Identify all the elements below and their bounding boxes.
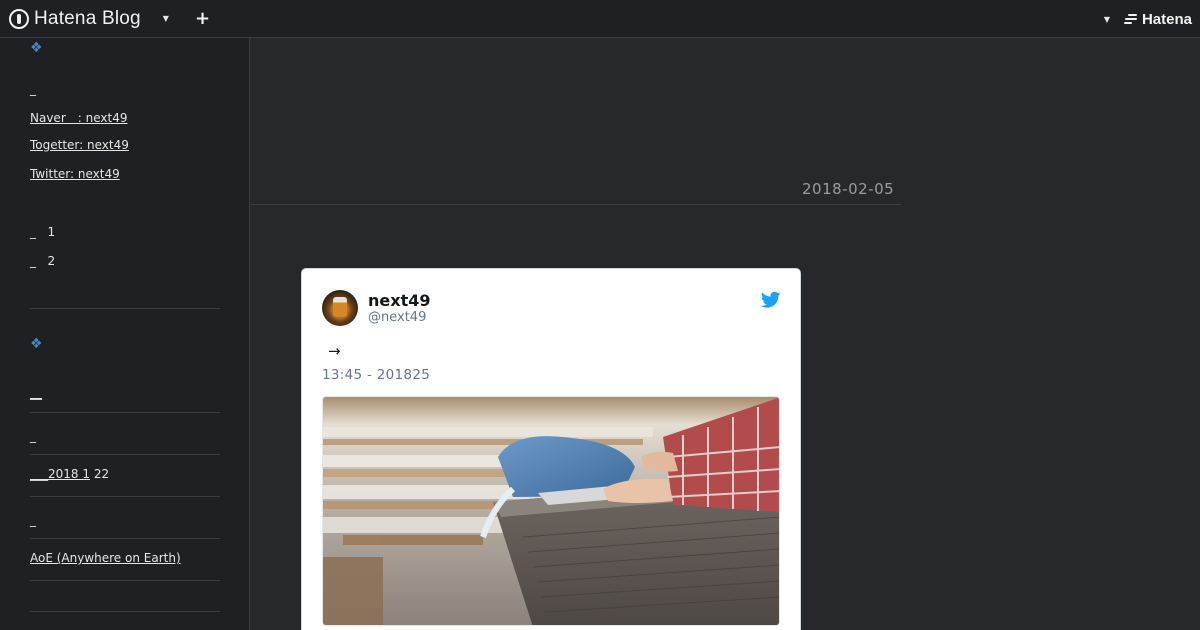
diamond-icon: ❖ [30, 336, 43, 352]
sidebar-divider [30, 454, 220, 455]
avatar[interactable] [322, 290, 358, 326]
sidebar-link-twitter[interactable]: Twitter: next49 [30, 167, 120, 181]
sidebar-link-naver[interactable]: Naver : next49 [30, 109, 127, 126]
sidebar-divider [30, 496, 220, 497]
sidebar-divider [30, 611, 220, 612]
plus-icon[interactable]: + [195, 8, 210, 29]
caret-down-icon[interactable]: ▼ [163, 14, 169, 23]
sidebar-divider [30, 538, 220, 539]
list-dash: _ [30, 225, 36, 239]
sidebar: ❖ _ Naver : next49 Togetter: next49 Twit… [0, 38, 250, 630]
sidebar-entry-3-link[interactable]: ___2018 1 [30, 467, 90, 481]
entry-date[interactable]: 2018-02-05 [802, 180, 894, 198]
tweet-timestamp[interactable]: 13:45 - 201825 [322, 367, 430, 383]
diamond-icon: ❖ [30, 40, 43, 56]
sidebar-divider [30, 580, 220, 581]
hatena-mark-icon [1123, 12, 1138, 26]
brand-name: Hatena Blog [34, 7, 141, 29]
list-dash: _ [30, 254, 36, 268]
user-menu-caret-icon[interactable]: ▼ [1104, 15, 1110, 24]
sidebar-divider [30, 412, 220, 413]
sidebar-entry-3-suffix: 22 [90, 467, 110, 481]
twitter-bird-icon[interactable] [761, 291, 781, 309]
sidebar-entry-4: _ [30, 513, 36, 527]
sidebar-entry-aoe[interactable]: AoE (Anywhere on Earth) [30, 551, 181, 565]
sidebar-dash: _ [30, 82, 36, 96]
hatena-logo[interactable]: Hatena [1123, 10, 1192, 28]
sidebar-entry-3: ___2018 1 22 [30, 467, 109, 481]
sidebar-list-item-1: _ 1 [30, 225, 55, 239]
embedded-tweet[interactable]: next49 @next49 → 13:45 - 201825 [301, 268, 801, 630]
sidebar-link-togetter[interactable]: Togetter: next49 [30, 138, 129, 152]
top-right-tools: ▼ Hatena [1104, 0, 1192, 38]
sidebar-entry-2: _ [30, 429, 36, 443]
sidebar-divider [30, 308, 220, 309]
top-bar: Hatena Blog ▼ + ▼ Hatena [0, 0, 1200, 38]
tweet-photo[interactable] [322, 396, 780, 626]
date-divider [250, 204, 901, 205]
sidebar-entry-1[interactable]: __ [30, 386, 42, 400]
tweet-text: → [328, 342, 341, 360]
list-text: 2 [47, 254, 56, 268]
sidebar-list-item-2: _ 2 [30, 254, 55, 268]
tweet-author-handle[interactable]: @next49 [368, 310, 426, 325]
hatena-blog-icon [9, 8, 29, 29]
tweet-author-name[interactable]: next49 [368, 291, 430, 310]
lecture-hall-image [323, 397, 779, 625]
hatena-logo-text: Hatena [1141, 10, 1192, 28]
hatena-blog-logo[interactable]: Hatena Blog [9, 8, 141, 30]
list-text: 1 [47, 225, 56, 239]
